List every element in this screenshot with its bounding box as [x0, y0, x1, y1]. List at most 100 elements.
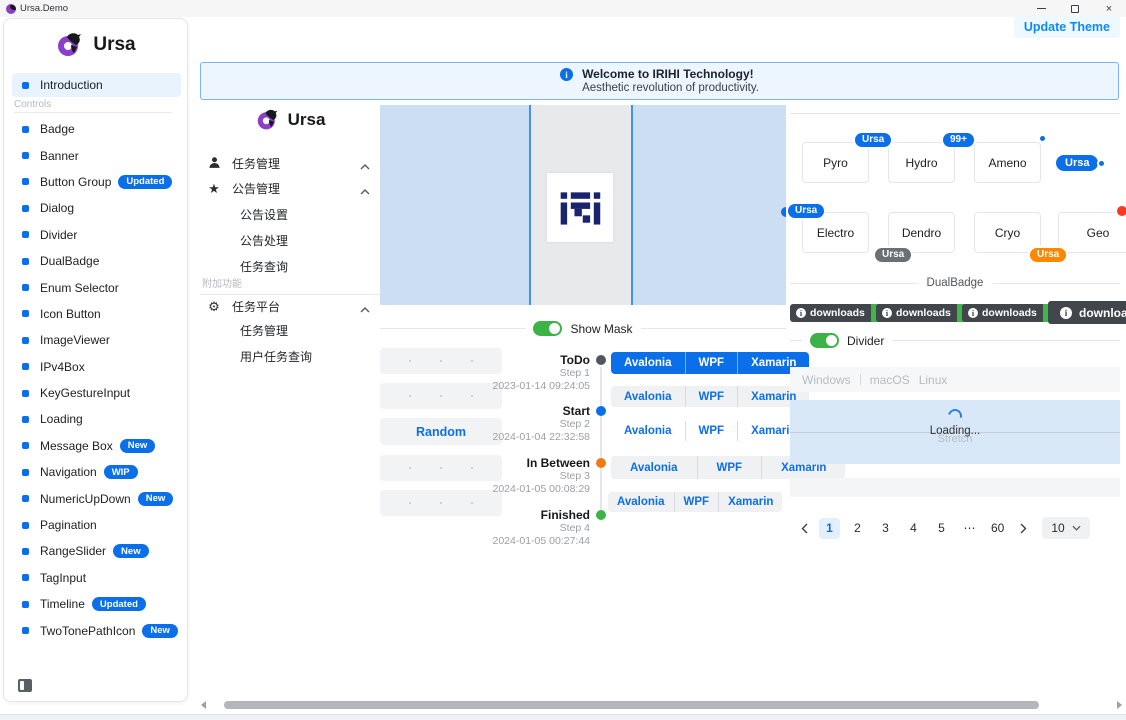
- maximize-button[interactable]: [1058, 0, 1092, 17]
- sidebar-item-message-box[interactable]: Message BoxNew: [12, 433, 184, 459]
- menu-item-user-task-query[interactable]: 用户任务查询: [200, 344, 380, 368]
- loading-container: Stretch Loading...: [790, 400, 1120, 464]
- chevron-up-icon: [360, 159, 370, 173]
- sidebar-item-icon-button[interactable]: Icon Button: [12, 301, 184, 327]
- placeholder-bar: [790, 478, 1120, 497]
- sidebar-item-label: TwoTonePathIcon: [40, 624, 135, 638]
- triangle-left-icon: [201, 701, 206, 709]
- wpf-button[interactable]: WPF: [685, 352, 738, 374]
- sidebar-collapse-icon[interactable]: [18, 679, 32, 692]
- person-icon: [207, 156, 221, 171]
- sidebar: Ursa Introduction Controls Badge Banner …: [3, 18, 188, 702]
- wpf-button[interactable]: WPF: [685, 421, 738, 441]
- avalonia-button[interactable]: Avalonia: [611, 352, 685, 374]
- wpf-button[interactable]: WPF: [697, 456, 762, 479]
- button-group-light: Avalonia WPF Xamarin: [611, 386, 809, 407]
- bullet-icon: [22, 522, 29, 529]
- menu-item-announcement-settings[interactable]: 公告设置: [200, 202, 380, 226]
- page-button-5[interactable]: 5: [931, 518, 952, 539]
- bullet-icon: [22, 231, 29, 238]
- sidebar-item-enum-selector[interactable]: Enum Selector: [12, 274, 184, 300]
- page-button-3[interactable]: 3: [875, 518, 896, 539]
- page-button-1[interactable]: 1: [819, 518, 840, 539]
- timeline-dot: [596, 355, 606, 365]
- sidebar-item-timeline[interactable]: TimelineUpdated: [12, 591, 184, 617]
- previous-page-button[interactable]: [796, 518, 812, 539]
- info-icon: i: [882, 308, 892, 318]
- sidebar-item-divider[interactable]: Divider: [12, 222, 184, 248]
- loading-spinner-icon: [945, 406, 964, 425]
- sidebar-item-label: Icon Button: [40, 307, 101, 321]
- sidebar-item-button-group[interactable]: Button GroupUpdated: [12, 169, 184, 195]
- sidebar-item-label: Badge: [40, 122, 75, 136]
- welcome-banner: i Welcome to IRIHI Technology! Aesthetic…: [200, 62, 1119, 100]
- sidebar-item-dualbadge[interactable]: DualBadge: [12, 248, 184, 274]
- sidebar-item-numericupdown[interactable]: NumericUpDownNew: [12, 485, 184, 511]
- close-button[interactable]: ×: [1092, 0, 1126, 17]
- horizontal-scrollbar: [196, 698, 1126, 712]
- menu-group-task-management[interactable]: 任务管理: [200, 151, 380, 175]
- menu-item-task-management[interactable]: 任务管理: [200, 318, 380, 342]
- card-label: Geo: [1087, 226, 1110, 240]
- ursa-logo-icon: [55, 31, 85, 59]
- sidebar-item-introduction[interactable]: Introduction: [12, 73, 181, 97]
- sidebar-item-pagination[interactable]: Pagination: [12, 512, 184, 538]
- timeline-entry: Finished Step 4 2024-01-05 00:27:44: [380, 508, 590, 548]
- card-label: Hydro: [905, 156, 937, 170]
- page-button-4[interactable]: 4: [903, 518, 924, 539]
- wpf-button[interactable]: WPF: [685, 386, 738, 407]
- sidebar-item-keygestureinput[interactable]: KeyGestureInput: [12, 380, 184, 406]
- scroll-right-button[interactable]: [1112, 698, 1126, 712]
- sidebar-item-navigation[interactable]: NavigationWIP: [12, 459, 184, 485]
- avalonia-button[interactable]: Avalonia: [608, 492, 674, 512]
- avalonia-button[interactable]: Avalonia: [611, 456, 697, 479]
- sidebar-item-label: RangeSlider: [40, 544, 106, 558]
- show-mask-toggle[interactable]: [533, 321, 562, 336]
- card-label: Pyro: [823, 156, 848, 170]
- scrollbar-track[interactable]: [210, 698, 1112, 712]
- menu-group-label: 任务管理: [232, 155, 280, 172]
- sidebar-item-imageviewer[interactable]: ImageViewer: [12, 327, 184, 353]
- dual-badge-label: downloads: [982, 307, 1037, 319]
- sidebar-item-dialog[interactable]: Dialog: [12, 195, 184, 221]
- sidebar-item-taginput[interactable]: TagInput: [12, 565, 184, 591]
- sidebar-item-ipv4box[interactable]: IPv4Box: [12, 354, 184, 380]
- avalonia-button[interactable]: Avalonia: [611, 386, 685, 407]
- sidebar-item-rangeslider[interactable]: RangeSliderNew: [12, 538, 184, 564]
- button-group-solid: Avalonia WPF Xamarin: [611, 352, 809, 374]
- button-group-borderless: Avalonia WPF Xamarin: [611, 421, 809, 441]
- sidebar-item-label: Introduction: [40, 78, 103, 92]
- menu-group-task-platform[interactable]: ⚙ 任务平台: [200, 294, 380, 318]
- info-icon: i: [796, 308, 806, 318]
- avalonia-button[interactable]: Avalonia: [611, 421, 685, 441]
- image-viewer[interactable]: [380, 105, 786, 305]
- sidebar-item-label: DualBadge: [40, 254, 99, 268]
- xamarin-button[interactable]: Xamarin: [718, 492, 782, 512]
- page-button-2[interactable]: 2: [847, 518, 868, 539]
- sidebar-item-label: Loading: [40, 412, 83, 426]
- chevron-right-icon: [1020, 523, 1027, 534]
- update-theme-button[interactable]: Update Theme: [1014, 16, 1120, 38]
- page-ellipsis[interactable]: ⋯: [959, 518, 980, 539]
- minimize-button[interactable]: [1024, 0, 1058, 17]
- sidebar-item-label: KeyGestureInput: [40, 386, 130, 400]
- sidebar-item-loading[interactable]: Loading: [12, 406, 184, 432]
- menu-item-announcement-processing[interactable]: 公告处理: [200, 228, 380, 252]
- scroll-left-button[interactable]: [196, 698, 210, 712]
- sidebar-item-badge[interactable]: Badge: [12, 116, 184, 142]
- wpf-button[interactable]: WPF: [674, 492, 719, 512]
- page-size-select[interactable]: 10: [1042, 517, 1089, 539]
- next-page-button[interactable]: [1015, 518, 1031, 539]
- bullet-icon: [22, 152, 29, 159]
- sidebar-item-banner[interactable]: Banner: [12, 142, 184, 168]
- bullet-icon: [22, 258, 29, 265]
- os-list: Windows macOS Linux: [790, 367, 1120, 392]
- timeline-step: Step 3: [380, 470, 590, 483]
- page-button-60[interactable]: 60: [987, 518, 1008, 539]
- sidebar-item-twotonepathicon[interactable]: TwoTonePathIconNew: [12, 617, 184, 643]
- toggle-knob: [549, 323, 560, 334]
- scrollbar-thumb[interactable]: [224, 701, 1039, 709]
- dot-badge: [1038, 134, 1047, 143]
- divider-toggle[interactable]: [810, 333, 839, 348]
- menu-group-announcement-management[interactable]: ★ 公告管理: [200, 176, 380, 200]
